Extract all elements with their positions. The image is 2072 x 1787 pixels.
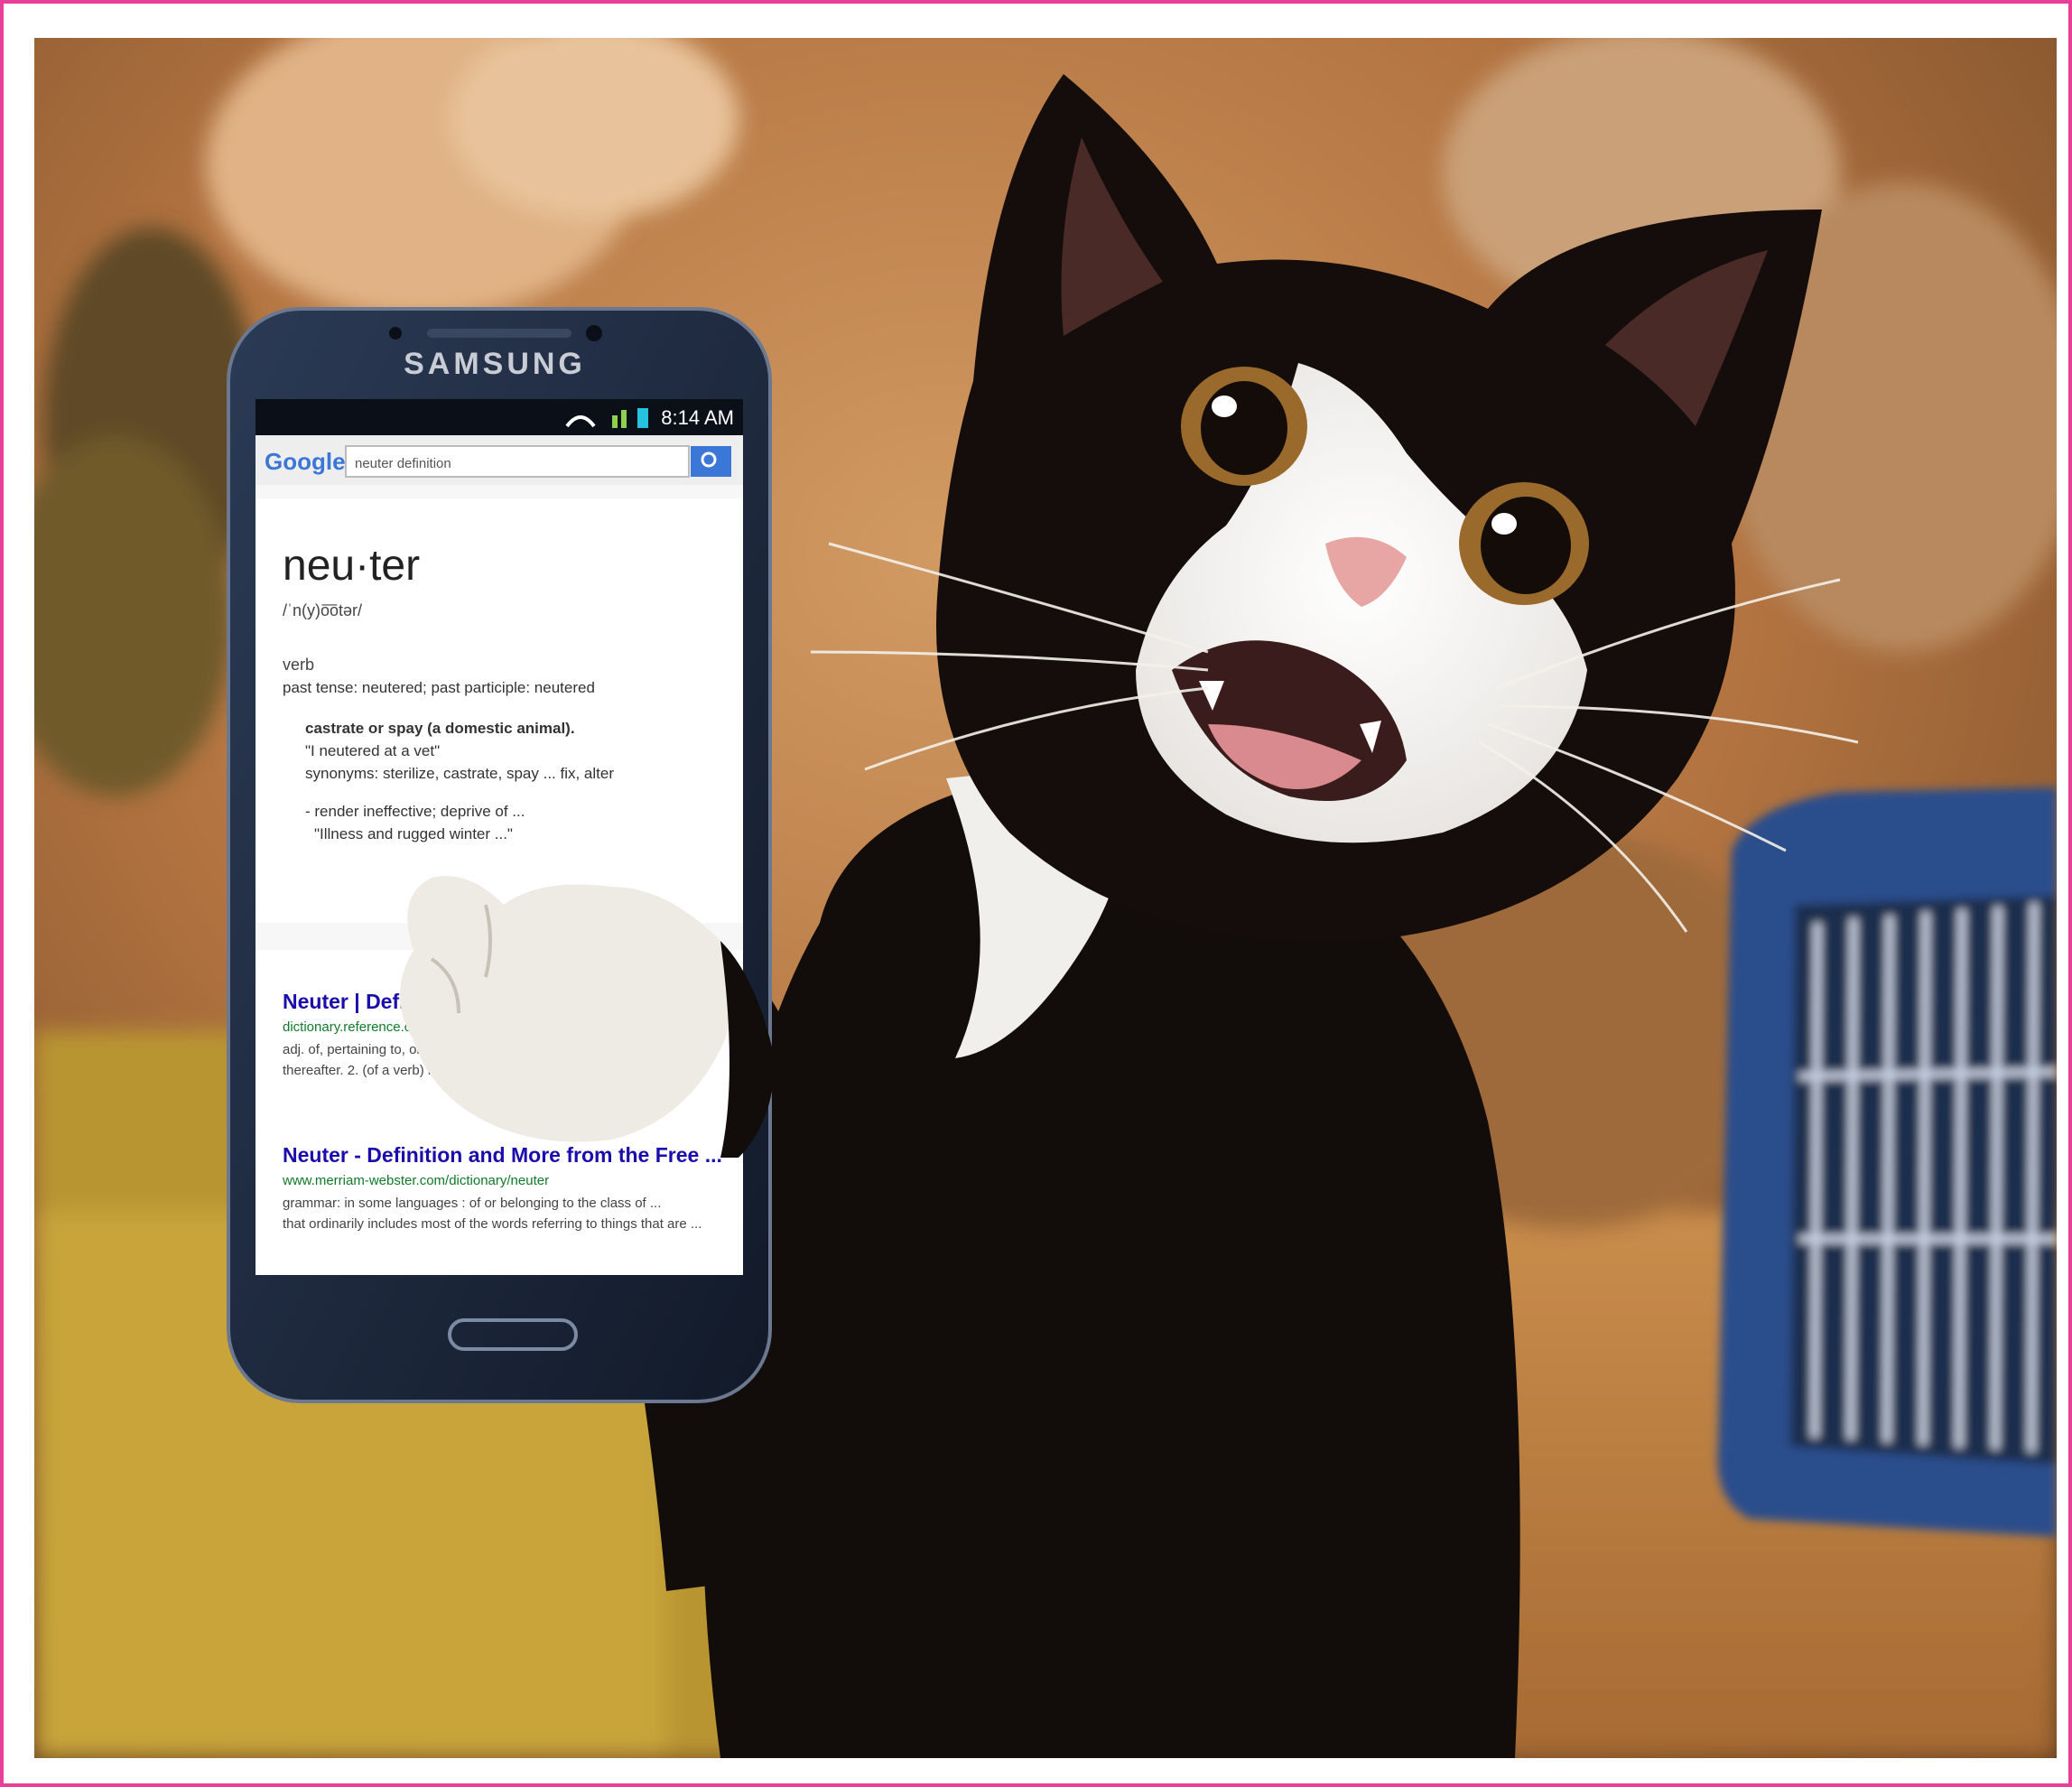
search-query: neuter definition (355, 456, 451, 471)
definition-pronunciation: /ˈn(y)o͞otər/ (283, 601, 362, 619)
definition-example-2: "Illness and rugged winter ..." (314, 825, 513, 842)
definition-word: neu·ter (283, 542, 420, 590)
definition-example: "I neutered at a vet" (305, 742, 440, 759)
result-2-snippet-2: that ordinarily includes most of the wor… (283, 1216, 702, 1232)
cat-photo: SAMSUNG 8:14 AM Google neuter definition… (34, 38, 2057, 1758)
phone-brand: SAMSUNG (404, 347, 586, 381)
definition-synonyms: synonyms: sterilize, castrate, spay ... … (305, 765, 614, 782)
definition-sense-1: castrate or spay (a domestic animal). (305, 720, 575, 737)
samsung-phone: SAMSUNG 8:14 AM Google neuter definition… (227, 307, 772, 1403)
pet-carrier (1717, 787, 2057, 1537)
definition-sense-2: - render ineffective; deprive of ... (305, 803, 525, 820)
result-2-snippet-1: grammar: in some languages : of or belon… (283, 1196, 661, 1211)
google-logo: Google (265, 448, 346, 475)
battery-icon (637, 408, 648, 428)
definition-pos: verb (283, 656, 314, 674)
status-time: 8:14 AM (661, 406, 734, 429)
definition-tenses: past tense: neutered; past participle: n… (283, 679, 595, 696)
search-button[interactable] (691, 446, 731, 477)
result-2-title[interactable]: Neuter - Definition and More from the Fr… (283, 1143, 722, 1167)
result-2-url: www.merriam-webster.com/dictionary/neute… (282, 1173, 549, 1188)
